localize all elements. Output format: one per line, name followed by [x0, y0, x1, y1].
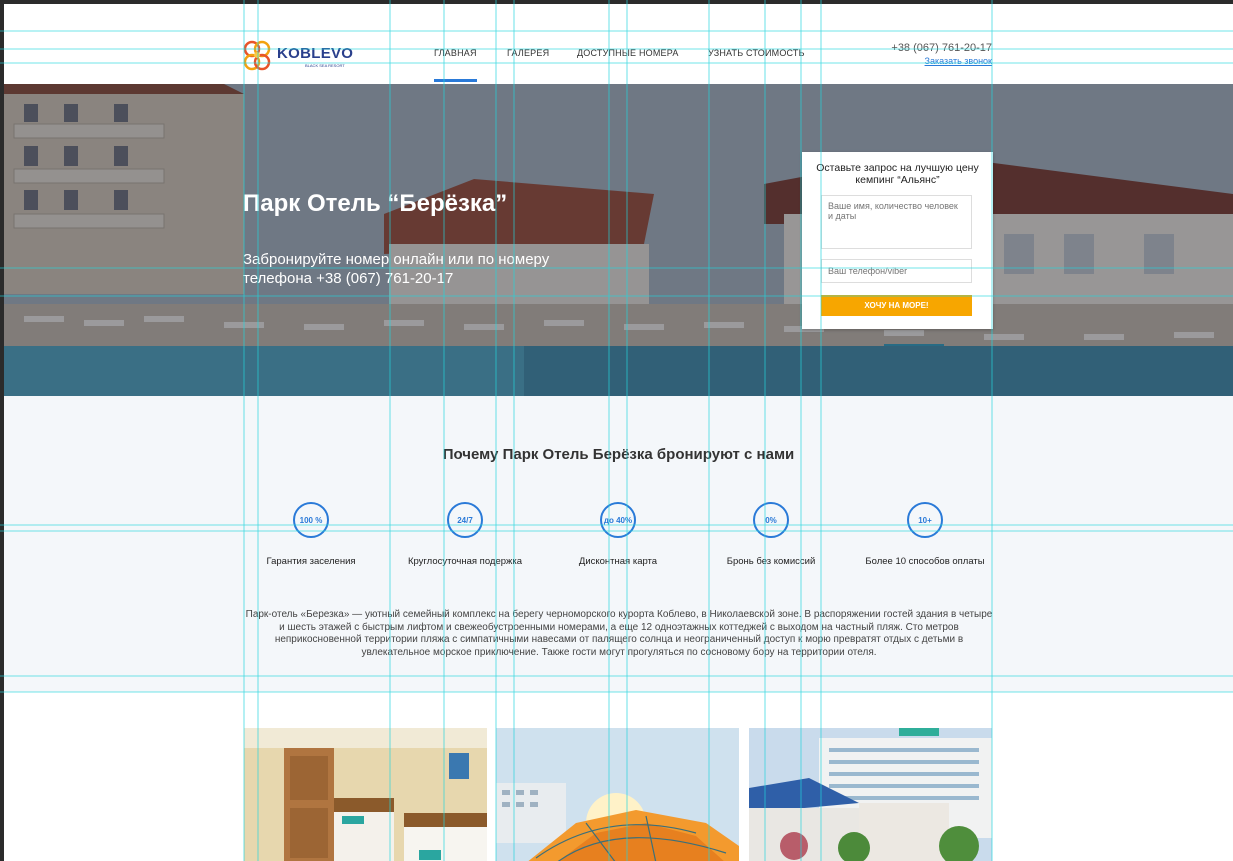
nav-item-rooms[interactable]: ДОСТУПНЫЕ НОМЕРА	[577, 48, 679, 58]
feature-discount-card: до 40% Дисконтная карта	[543, 502, 693, 567]
logo-tagline: BLACK SEA RESORT	[305, 63, 345, 68]
feature-payment-methods: 10+ Более 10 способов оплаты	[850, 502, 1000, 567]
feature-label: Гарантия заселения	[266, 556, 356, 567]
hero-title: Парк Отель “Берёзка”	[243, 190, 508, 217]
feature-label: Дисконтная карта	[578, 556, 658, 567]
gallery-photo-beach[interactable]	[496, 728, 739, 861]
feature-label: Бронь без комиссий	[726, 556, 816, 567]
callback-link[interactable]: Заказать звонок	[925, 56, 992, 66]
feature-badge: 0%	[753, 502, 789, 538]
beach-photo-image	[496, 728, 739, 861]
feature-support: 24/7 Круглосуточная подержка	[390, 502, 540, 567]
submit-button[interactable]: ХОЧУ НА МОРЕ!	[821, 295, 972, 316]
phone-field[interactable]	[821, 259, 972, 283]
logo[interactable]: KOBLEVO BLACK SEA RESORT	[243, 37, 353, 77]
site-header: KOBLEVO BLACK SEA RESORT ГЛАВНАЯ ГАЛЕРЕЯ…	[4, 4, 1233, 84]
hotel-photo-image	[749, 728, 992, 861]
nav-item-price[interactable]: УЗНАТЬ СТОИМОСТЬ	[708, 48, 805, 58]
feature-badge: 100 %	[293, 502, 329, 538]
feature-badge: до 40%	[600, 502, 636, 538]
hero-section: Парк Отель “Берёзка” Забронируйте номер …	[4, 84, 1233, 396]
room-photo-image	[244, 728, 487, 861]
feature-badge: 10+	[907, 502, 943, 538]
feature-label: Более 10 способов оплаты	[865, 556, 985, 567]
why-section: Почему Парк Отель Берёзка бронируют с на…	[4, 396, 1233, 692]
gallery-photo-room[interactable]	[244, 728, 487, 861]
gallery-photo-hotel[interactable]	[749, 728, 992, 861]
hotel-description: Парк-отель «Березка» — уютный семейный к…	[245, 609, 993, 658]
request-form: Оставьте запрос на лучшую цену кемпинг “…	[802, 152, 993, 329]
nav-item-home[interactable]: ГЛАВНАЯ	[434, 48, 477, 82]
feature-guarantee: 100 % Гарантия заселения	[236, 502, 386, 567]
feature-badge: 24/7	[447, 502, 483, 538]
feature-no-commission: 0% Бронь без комиссий	[696, 502, 846, 567]
hero-overlay	[4, 84, 1233, 396]
logo-mark-icon	[243, 40, 271, 71]
logo-name: KOBLEVO	[277, 45, 354, 62]
gallery-section	[4, 692, 1233, 861]
hero-subtitle: Забронируйте номер онлайн или по номеру …	[243, 251, 550, 287]
why-section-title: Почему Парк Отель Берёзка бронируют с на…	[442, 446, 795, 463]
page-canvas: KOBLEVO BLACK SEA RESORT ГЛАВНАЯ ГАЛЕРЕЯ…	[4, 4, 1233, 861]
header-phone[interactable]: +38 (067) 761-20-17	[891, 42, 992, 54]
feature-label: Круглосуточная подержка	[407, 556, 523, 567]
name-guests-dates-field[interactable]	[821, 195, 972, 249]
request-form-title: Оставьте запрос на лучшую цену кемпинг “…	[816, 162, 979, 186]
nav-item-gallery[interactable]: ГАЛЕРЕЯ	[507, 48, 549, 58]
